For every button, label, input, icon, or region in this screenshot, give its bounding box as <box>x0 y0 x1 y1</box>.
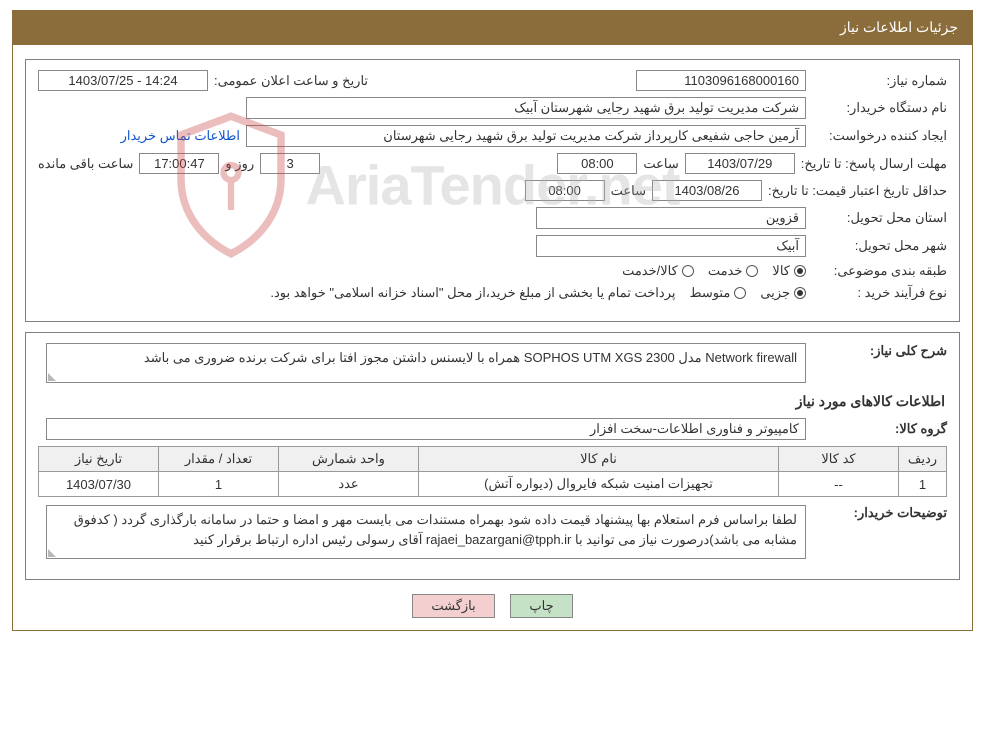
radio-medium-label: متوسط <box>689 285 730 301</box>
value-announce-dt: 1403/07/25 - 14:24 <box>38 70 208 91</box>
th-unit: واحد شمارش <box>279 447 419 472</box>
th-qty: تعداد / مقدار <box>159 447 279 472</box>
value-desc: Network firewall مدل SOPHOS UTM XGS 2300… <box>46 343 806 383</box>
value-buyer-org: شرکت مدیریت تولید برق شهید رجایی شهرستان… <box>246 97 806 119</box>
value-need-no: 1103096168000160 <box>636 70 806 91</box>
td-unit: عدد <box>279 472 419 497</box>
td-name: تجهیزات امنیت شبکه فایروال (دیواره آتش) <box>419 472 779 497</box>
value-buyer-notes-text: لطفا براساس فرم استعلام بها پیشنهاد قیمت… <box>74 512 797 547</box>
resize-corner-icon <box>48 373 56 381</box>
label-hour-2: ساعت <box>611 183 646 199</box>
radio-icon <box>734 287 746 299</box>
radio-icon <box>746 265 758 277</box>
th-code: کد کالا <box>779 447 899 472</box>
items-table: ردیف کد کالا نام کالا واحد شمارش تعداد /… <box>38 446 947 497</box>
label-hour-1: ساعت <box>643 156 678 172</box>
items-title: اطلاعات کالاهای مورد نیاز <box>40 393 945 410</box>
page-header: جزئیات اطلاعات نیاز <box>12 10 973 45</box>
value-desc-text: Network firewall مدل SOPHOS UTM XGS 2300… <box>144 350 797 365</box>
radio-icon <box>794 265 806 277</box>
radio-goods-label: کالا <box>772 263 790 279</box>
label-need-no: شماره نیاز: <box>812 73 947 89</box>
label-requester: ایجاد کننده درخواست: <box>812 128 947 144</box>
label-delivery-city: شهر محل تحویل: <box>812 238 947 254</box>
button-row: چاپ بازگشت <box>13 594 972 618</box>
value-requester: آرمین حاجی شفیعی کارپرداز شرکت مدیریت تو… <box>246 125 806 147</box>
radio-icon <box>794 287 806 299</box>
radio-icon <box>682 265 694 277</box>
label-buy-type: نوع فرآیند خرید : <box>812 285 947 301</box>
td-qty: 1 <box>159 472 279 497</box>
back-button[interactable]: بازگشت <box>412 594 494 618</box>
radio-goods[interactable]: کالا <box>772 263 806 279</box>
label-price-validity: حداقل تاریخ اعتبار قیمت: تا تاریخ: <box>768 183 947 199</box>
value-price-hour: 08:00 <box>525 180 605 201</box>
radio-goods-service-label: کالا/خدمت <box>622 263 678 279</box>
print-button[interactable]: چاپ <box>510 594 572 618</box>
value-goods-group: کامپیوتر و فناوری اطلاعات-سخت افزار <box>46 418 806 440</box>
value-reply-hour: 08:00 <box>557 153 637 174</box>
label-hours-left: ساعت باقی مانده <box>38 156 133 172</box>
radio-service-label: خدمت <box>708 263 743 279</box>
label-reply-deadline-1: مهلت ارسال پاسخ: <box>845 156 947 171</box>
page-title: جزئیات اطلاعات نیاز <box>840 19 958 35</box>
label-announce-dt: تاریخ و ساعت اعلان عمومی: <box>214 73 368 89</box>
label-days-and: روز و <box>225 156 254 172</box>
label-buyer-notes: توضیحات خریدار: <box>812 505 947 521</box>
buyer-contact-link[interactable]: اطلاعات تماس خریدار <box>121 128 240 144</box>
label-reply-deadline: مهلت ارسال پاسخ: تا تاریخ: <box>801 156 947 172</box>
td-code: -- <box>779 472 899 497</box>
resize-corner-icon <box>48 549 56 557</box>
td-date: 1403/07/30 <box>39 472 159 497</box>
td-row: 1 <box>899 472 947 497</box>
table-row: 1 -- تجهیزات امنیت شبکه فایروال (دیواره … <box>39 472 947 497</box>
value-countdown: 17:00:47 <box>139 153 219 174</box>
details-fieldset: شرح کلی نیاز: Network firewall مدل SOPHO… <box>25 332 960 580</box>
th-row: ردیف <box>899 447 947 472</box>
th-name: نام کالا <box>419 447 779 472</box>
value-price-date: 1403/08/26 <box>652 180 762 201</box>
value-days-left: 3 <box>260 153 320 174</box>
main-info-fieldset: AriaTender.net شماره نیاز: 1103096168000… <box>25 59 960 322</box>
radio-goods-service[interactable]: کالا/خدمت <box>622 263 694 279</box>
label-price-validity-1: حداقل تاریخ اعتبار قیمت: <box>812 183 947 198</box>
radio-medium[interactable]: متوسط <box>689 285 746 301</box>
pay-note: پرداخت تمام یا بخشی از مبلغ خرید،از محل … <box>270 285 675 301</box>
radio-partial[interactable]: جزیی <box>760 285 806 301</box>
value-city: آبیک <box>536 235 806 257</box>
value-reply-date: 1403/07/29 <box>685 153 795 174</box>
value-province: قزوین <box>536 207 806 229</box>
label-goods-group: گروه کالا: <box>812 421 947 437</box>
label-desc: شرح کلی نیاز: <box>812 343 947 359</box>
label-buyer-org: نام دستگاه خریدار: <box>812 100 947 116</box>
radio-service[interactable]: خدمت <box>708 263 759 279</box>
value-buyer-notes: لطفا براساس فرم استعلام بها پیشنهاد قیمت… <box>46 505 806 559</box>
label-delivery-prov: استان محل تحویل: <box>812 210 947 226</box>
radio-partial-label: جزیی <box>760 285 790 301</box>
label-subject-class: طبقه بندی موضوعی: <box>812 263 947 279</box>
th-date: تاریخ نیاز <box>39 447 159 472</box>
label-price-validity-2: تا تاریخ: <box>768 183 809 198</box>
label-reply-deadline-2: تا تاریخ: <box>801 156 842 171</box>
